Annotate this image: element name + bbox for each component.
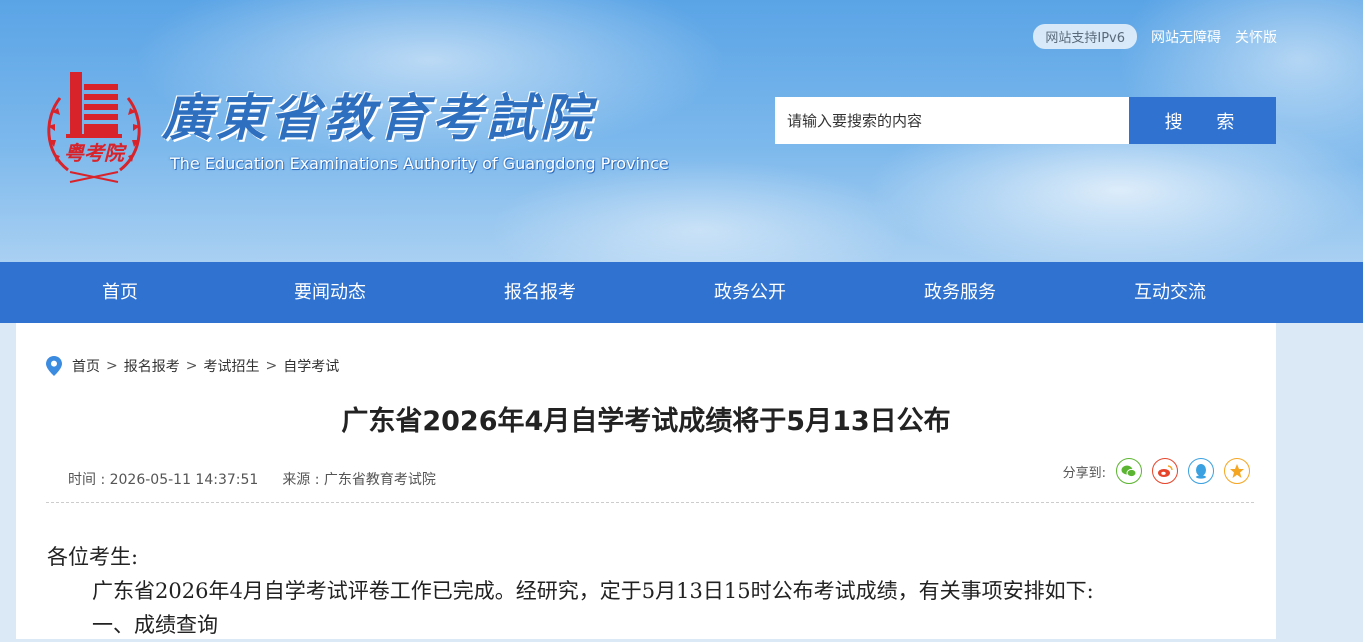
nav-item-public-affairs[interactable]: 政务公开	[645, 262, 855, 323]
breadcrumb-separator: >	[185, 358, 198, 374]
weibo-icon[interactable]	[1152, 458, 1178, 484]
qzone-icon[interactable]	[1224, 458, 1250, 484]
publish-time: 时间 : 2026-05-11 14:37:51	[68, 472, 259, 488]
care-version-link[interactable]: 关怀版	[1235, 27, 1277, 47]
nav-item-news[interactable]: 要闻动态	[225, 262, 435, 323]
share-label: 分享到:	[1062, 465, 1106, 481]
breadcrumb-separator: >	[106, 358, 118, 374]
breadcrumb-exam-admission[interactable]: 考试招生	[203, 356, 259, 376]
breadcrumb-separator: >	[265, 358, 278, 374]
meta-divider	[46, 502, 1254, 503]
breadcrumb-home[interactable]: 首页	[72, 356, 100, 376]
article-body: 各位考生: 广东省2026年4月自学考试评卷工作已完成。经研究，定于5月13日1…	[47, 540, 1094, 642]
article-meta: 时间 : 2026-05-11 14:37:51 来源 : 广东省教育考试院	[68, 469, 436, 489]
nav-item-services[interactable]: 政务服务	[855, 262, 1065, 323]
accessibility-link[interactable]: 网站无障碍	[1151, 27, 1221, 47]
emblem-text: 粤考院	[64, 141, 128, 165]
breadcrumb-self-study-exam[interactable]: 自学考试	[283, 356, 339, 376]
search-input[interactable]	[775, 97, 1129, 144]
site-subtitle: The Education Examinations Authority of …	[170, 154, 669, 173]
site-title: 廣東省教育考試院	[162, 88, 594, 147]
breadcrumb: 首页 > 报名报考 > 考试招生 > 自学考试	[46, 356, 339, 376]
article-title: 广东省2026年4月自学考试成绩将于5月13日公布	[341, 406, 951, 437]
ipv6-badge: 网站支持IPv6	[1033, 24, 1137, 49]
main-nav: 首页 要闻动态 报名报考 政务公开 政务服务 互动交流	[0, 262, 1363, 323]
qq-icon[interactable]	[1188, 458, 1214, 484]
paragraph-intro: 广东省2026年4月自学考试评卷工作已完成。经研究，定于5月13日15时公布考试…	[92, 579, 1094, 603]
wechat-icon[interactable]	[1116, 458, 1142, 484]
article-container: 首页 > 报名报考 > 考试招生 > 自学考试 广东省2026年4月自学考试成绩…	[16, 323, 1276, 639]
location-pin-icon	[46, 356, 62, 376]
share-bar: 分享到:	[1063, 458, 1250, 484]
nav-item-interaction[interactable]: 互动交流	[1065, 262, 1275, 323]
search-bar: 搜 索	[775, 97, 1276, 144]
utility-links: 网站支持IPv6 网站无障碍 关怀版	[1033, 24, 1277, 49]
section-heading: 一、成绩查询	[92, 613, 218, 637]
search-button[interactable]: 搜 索	[1129, 97, 1276, 144]
greeting: 各位考生:	[47, 545, 139, 569]
breadcrumb-registration[interactable]: 报名报考	[124, 356, 180, 376]
article-source: 来源 : 广东省教育考试院	[282, 472, 436, 488]
nav-item-home[interactable]: 首页	[15, 262, 225, 323]
nav-item-registration[interactable]: 报名报考	[435, 262, 645, 323]
header-banner: 网站支持IPv6 网站无障碍 关怀版 粤考院 廣東省教育考試院 The Educ…	[0, 0, 1363, 262]
emblem-logo-icon: 粤考院	[47, 72, 141, 183]
